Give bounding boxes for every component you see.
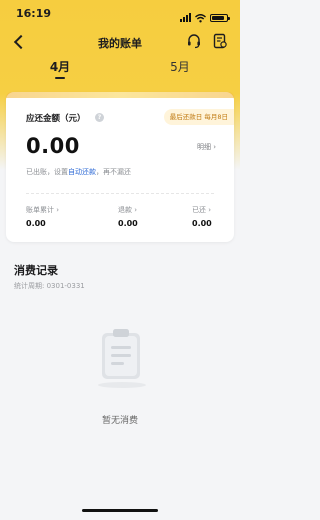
status-icons <box>180 8 230 27</box>
tab-may[interactable]: 5月 <box>160 58 200 75</box>
records-period: 统计周期: 0301-0331 <box>14 282 85 290</box>
due-date-badge: 最后还款日 每月8日 <box>163 109 234 125</box>
stat-bill-total[interactable]: 账单累计 › 0.00 <box>26 205 60 228</box>
stat-bill-total-label: 账单累计 › <box>26 206 60 214</box>
battery-icon <box>210 13 230 22</box>
headset-icon[interactable] <box>186 33 202 49</box>
tab-may-label: 5月 <box>170 60 190 74</box>
stat-refund-value: 0.00 <box>118 219 138 228</box>
auto-repay-link[interactable]: 自动还款 <box>68 168 96 176</box>
stat-repaid-label: 已还 › <box>192 206 212 214</box>
empty-state-text: 暂无消费 <box>101 416 138 426</box>
status-bar: 16:19 <box>0 0 240 28</box>
stat-bill-total-value: 0.00 <box>26 219 46 228</box>
help-icon[interactable]: ? <box>95 113 104 122</box>
home-indicator <box>82 509 158 512</box>
stat-refund-label: 退款 › <box>118 206 138 214</box>
note-prefix: 已出账，设置 <box>26 168 68 176</box>
stat-repaid[interactable]: 已还 › 0.00 <box>192 205 212 228</box>
bill-summary-card: 应还金额（元） ? 最后还款日 每月8日 0.00 明细 › 已出账，设置自动还… <box>6 92 234 242</box>
page-title: 我的账单 <box>98 37 142 50</box>
amount-due-label: 应还金额（元） <box>26 114 86 124</box>
status-time: 16:19 <box>16 7 52 20</box>
stat-refund[interactable]: 退款 › 0.00 <box>118 205 138 228</box>
records-title: 消费记录 <box>14 264 58 277</box>
bill-icon[interactable] <box>212 33 228 49</box>
note-suffix: ，再不漏还 <box>96 168 131 176</box>
card-accent-line <box>6 92 234 98</box>
wifi-icon <box>195 8 206 27</box>
auto-repay-note: 已出账，设置自动还款，再不漏还 <box>26 167 131 177</box>
stat-repaid-value: 0.00 <box>192 219 212 228</box>
tab-april-label: 4月 <box>49 60 71 74</box>
amount-due-value: 0.00 <box>26 134 80 158</box>
tab-april[interactable]: 4月 <box>40 58 80 79</box>
nav-bar: 我的账单 <box>0 30 240 56</box>
month-tabs: 4月 5月 <box>0 58 240 82</box>
signal-icon <box>180 13 191 22</box>
tab-active-indicator <box>55 77 65 79</box>
card-divider <box>26 193 214 194</box>
detail-link[interactable]: 明细 › <box>197 142 216 152</box>
clipboard-empty-icon <box>96 327 148 389</box>
